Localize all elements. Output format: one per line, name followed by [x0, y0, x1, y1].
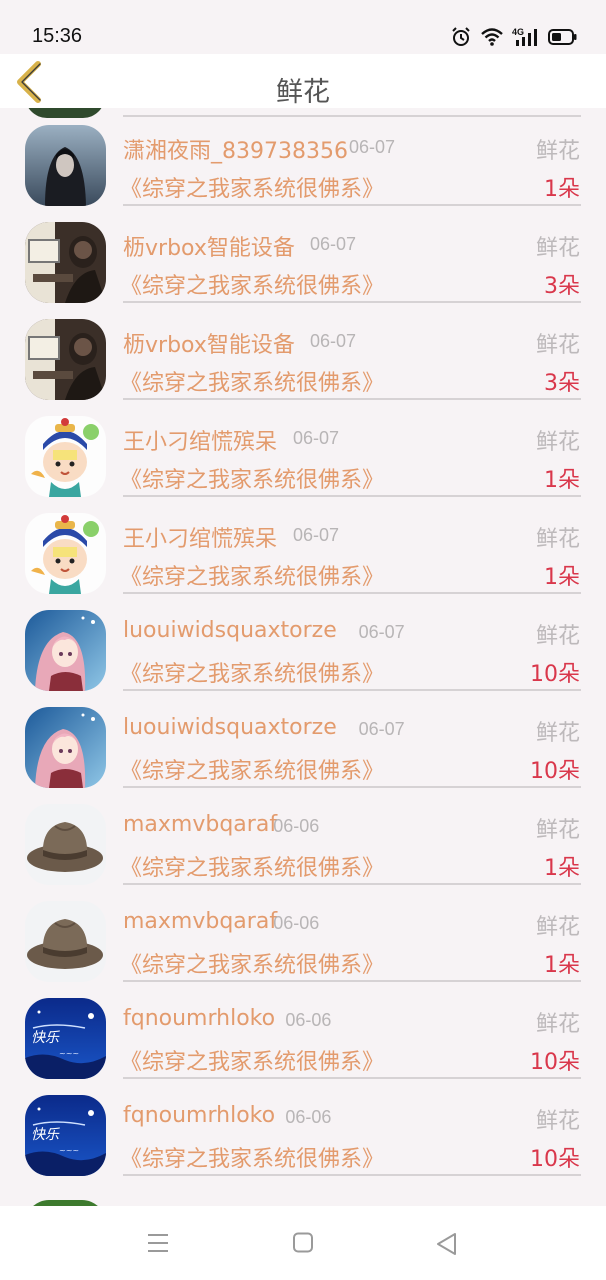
flower-count: 10朵 — [530, 1147, 580, 1172]
status-icons: 4G — [450, 24, 578, 50]
gift-type: 鲜花 — [535, 430, 580, 455]
list-item[interactable]: luouiwidsquaxtorze 06-07 鲜花 《综穿之我家系统很佛系》 10朵 — [0, 682, 606, 788]
header: 鲜花 — [0, 54, 606, 108]
back-triangle-icon — [437, 1233, 456, 1255]
avatar[interactable]: 快乐 ~~~ — [25, 1095, 106, 1176]
avatar[interactable] — [25, 513, 106, 594]
list-item[interactable]: 枥vrbox智能设备 06-07 鲜花 《综穿之我家系统很佛系》 3朵 — [0, 197, 606, 303]
list-item[interactable]: 枥vrbox智能设备 06-07 鲜花 《综穿之我家系统很佛系》 3朵 — [0, 294, 606, 400]
user-name[interactable]: 枥vrbox智能设备 — [123, 327, 295, 359]
gift-date: 06-07 — [310, 234, 357, 254]
list-item[interactable]: 潇湘夜雨_839738356 06-07 鲜花 《综穿之我家系统很佛系》 1朵 — [0, 108, 606, 206]
list-item[interactable]: luouiwidsquaxtorze 06-07 鲜花 《综穿之我家系统很佛系》 10朵 — [0, 585, 606, 691]
gift-type: 鲜花 — [535, 721, 580, 746]
list-item[interactable]: 王小刁绾慌殡呆 06-07 鲜花 《综穿之我家系统很佛系》 1朵 — [0, 391, 606, 497]
avatar[interactable] — [25, 416, 106, 497]
home-button[interactable] — [291, 1232, 317, 1256]
avatar[interactable] — [25, 125, 106, 206]
cellular-signal-icon: 4G — [512, 27, 537, 46]
gift-date: 06-07 — [293, 428, 340, 448]
svg-text:~~~: ~~~ — [59, 1146, 79, 1155]
book-title[interactable]: 《综穿之我家系统很佛系》 — [120, 1141, 384, 1173]
nav-back-button[interactable] — [435, 1232, 461, 1256]
gift-date: 06-07 — [310, 331, 357, 351]
user-name[interactable]: maxmvbqaraf — [123, 909, 277, 934]
gift-date: 06-07 — [293, 525, 340, 545]
user-name[interactable]: 枥vrbox智能设备 — [123, 230, 295, 262]
gift-type: 鲜花 — [535, 139, 580, 164]
list-item[interactable]: 王小刁绾慌殡呆 06-07 鲜花 《综穿之我家系统很佛系》 1朵 — [0, 488, 606, 594]
gift-type: 鲜花 — [535, 527, 580, 552]
home-square-icon — [293, 1232, 313, 1253]
avatar[interactable] — [25, 707, 106, 788]
user-name[interactable]: fqnoumrhloko — [123, 1103, 275, 1128]
page-title: 鲜花 — [276, 77, 330, 108]
network-label: 4G — [512, 27, 524, 37]
gift-type: 鲜花 — [535, 624, 580, 649]
list-item[interactable]: maxmvbqaraf 06-06 鲜花 《综穿之我家系统很佛系》 1朵 — [0, 876, 606, 982]
status-bar: 15:36 4G — [0, 0, 606, 54]
divider — [123, 1174, 581, 1176]
svg-text:快乐: 快乐 — [31, 1127, 60, 1143]
gift-type: 鲜花 — [535, 1109, 580, 1134]
gift-type: 鲜花 — [535, 818, 580, 843]
system-nav-bar — [0, 1206, 606, 1280]
gift-date: 06-06 — [285, 1107, 332, 1127]
list-item[interactable]: 快乐 ~~~ fqnoumrhloko 06-06 鲜花 《综穿之我家系统很佛系》 10朵 — [0, 973, 606, 1079]
user-name[interactable]: 王小刁绾慌殡呆 — [123, 424, 277, 456]
gift-type: 鲜花 — [535, 333, 580, 358]
gift-type: 鲜花 — [535, 236, 580, 261]
gift-date: 06-07 — [358, 622, 405, 642]
gift-date: 06-06 — [285, 1010, 332, 1030]
user-name[interactable]: 潇湘夜雨_839738356 — [123, 133, 348, 165]
avatar[interactable] — [25, 610, 106, 691]
avatar[interactable] — [25, 901, 106, 982]
user-name[interactable]: luouiwidsquaxtorze — [123, 715, 337, 740]
gift-date: 06-07 — [358, 719, 405, 739]
gift-type: 鲜花 — [535, 1012, 580, 1037]
battery-icon — [548, 29, 577, 45]
gift-type: 鲜花 — [535, 915, 580, 940]
user-name[interactable]: maxmvbqaraf — [123, 812, 277, 837]
user-name[interactable]: fqnoumrhloko — [123, 1006, 275, 1031]
avatar[interactable] — [25, 222, 106, 303]
alarm-icon — [452, 27, 470, 46]
svg-text:~~~: ~~~ — [59, 1049, 79, 1058]
wifi-icon — [481, 28, 503, 46]
svg-text:快乐: 快乐 — [31, 1030, 60, 1046]
user-name[interactable]: 王小刁绾慌殡呆 — [123, 521, 277, 553]
gift-date: 06-07 — [349, 137, 396, 157]
status-time: 15:36 — [32, 25, 83, 47]
user-name[interactable]: luouiwidsquaxtorze — [123, 618, 337, 643]
gift-date: 06-06 — [273, 816, 320, 836]
list-item[interactable]: 快乐 ~~~ fqnoumrhloko 06-06 鲜花《综穿之我家系统很佛系》 10朵 — [0, 1070, 606, 1176]
list-item[interactable]: maxmvbqaraf 06-06 鲜花 《综穿之我家系统很佛系》 1朵 — [0, 779, 606, 885]
avatar[interactable] — [25, 804, 106, 885]
gift-date: 06-06 — [273, 913, 320, 933]
menu-button[interactable] — [146, 1232, 172, 1256]
menu-icon — [148, 1234, 168, 1252]
avatar[interactable] — [25, 319, 106, 400]
avatar[interactable]: 快乐 ~~~ — [25, 998, 106, 1079]
flower-gift-list: 潇湘夜雨_839738356 06-07 鲜花 《综穿之我家系统很佛系》 1朵 枥vrbo… — [0, 108, 606, 1206]
